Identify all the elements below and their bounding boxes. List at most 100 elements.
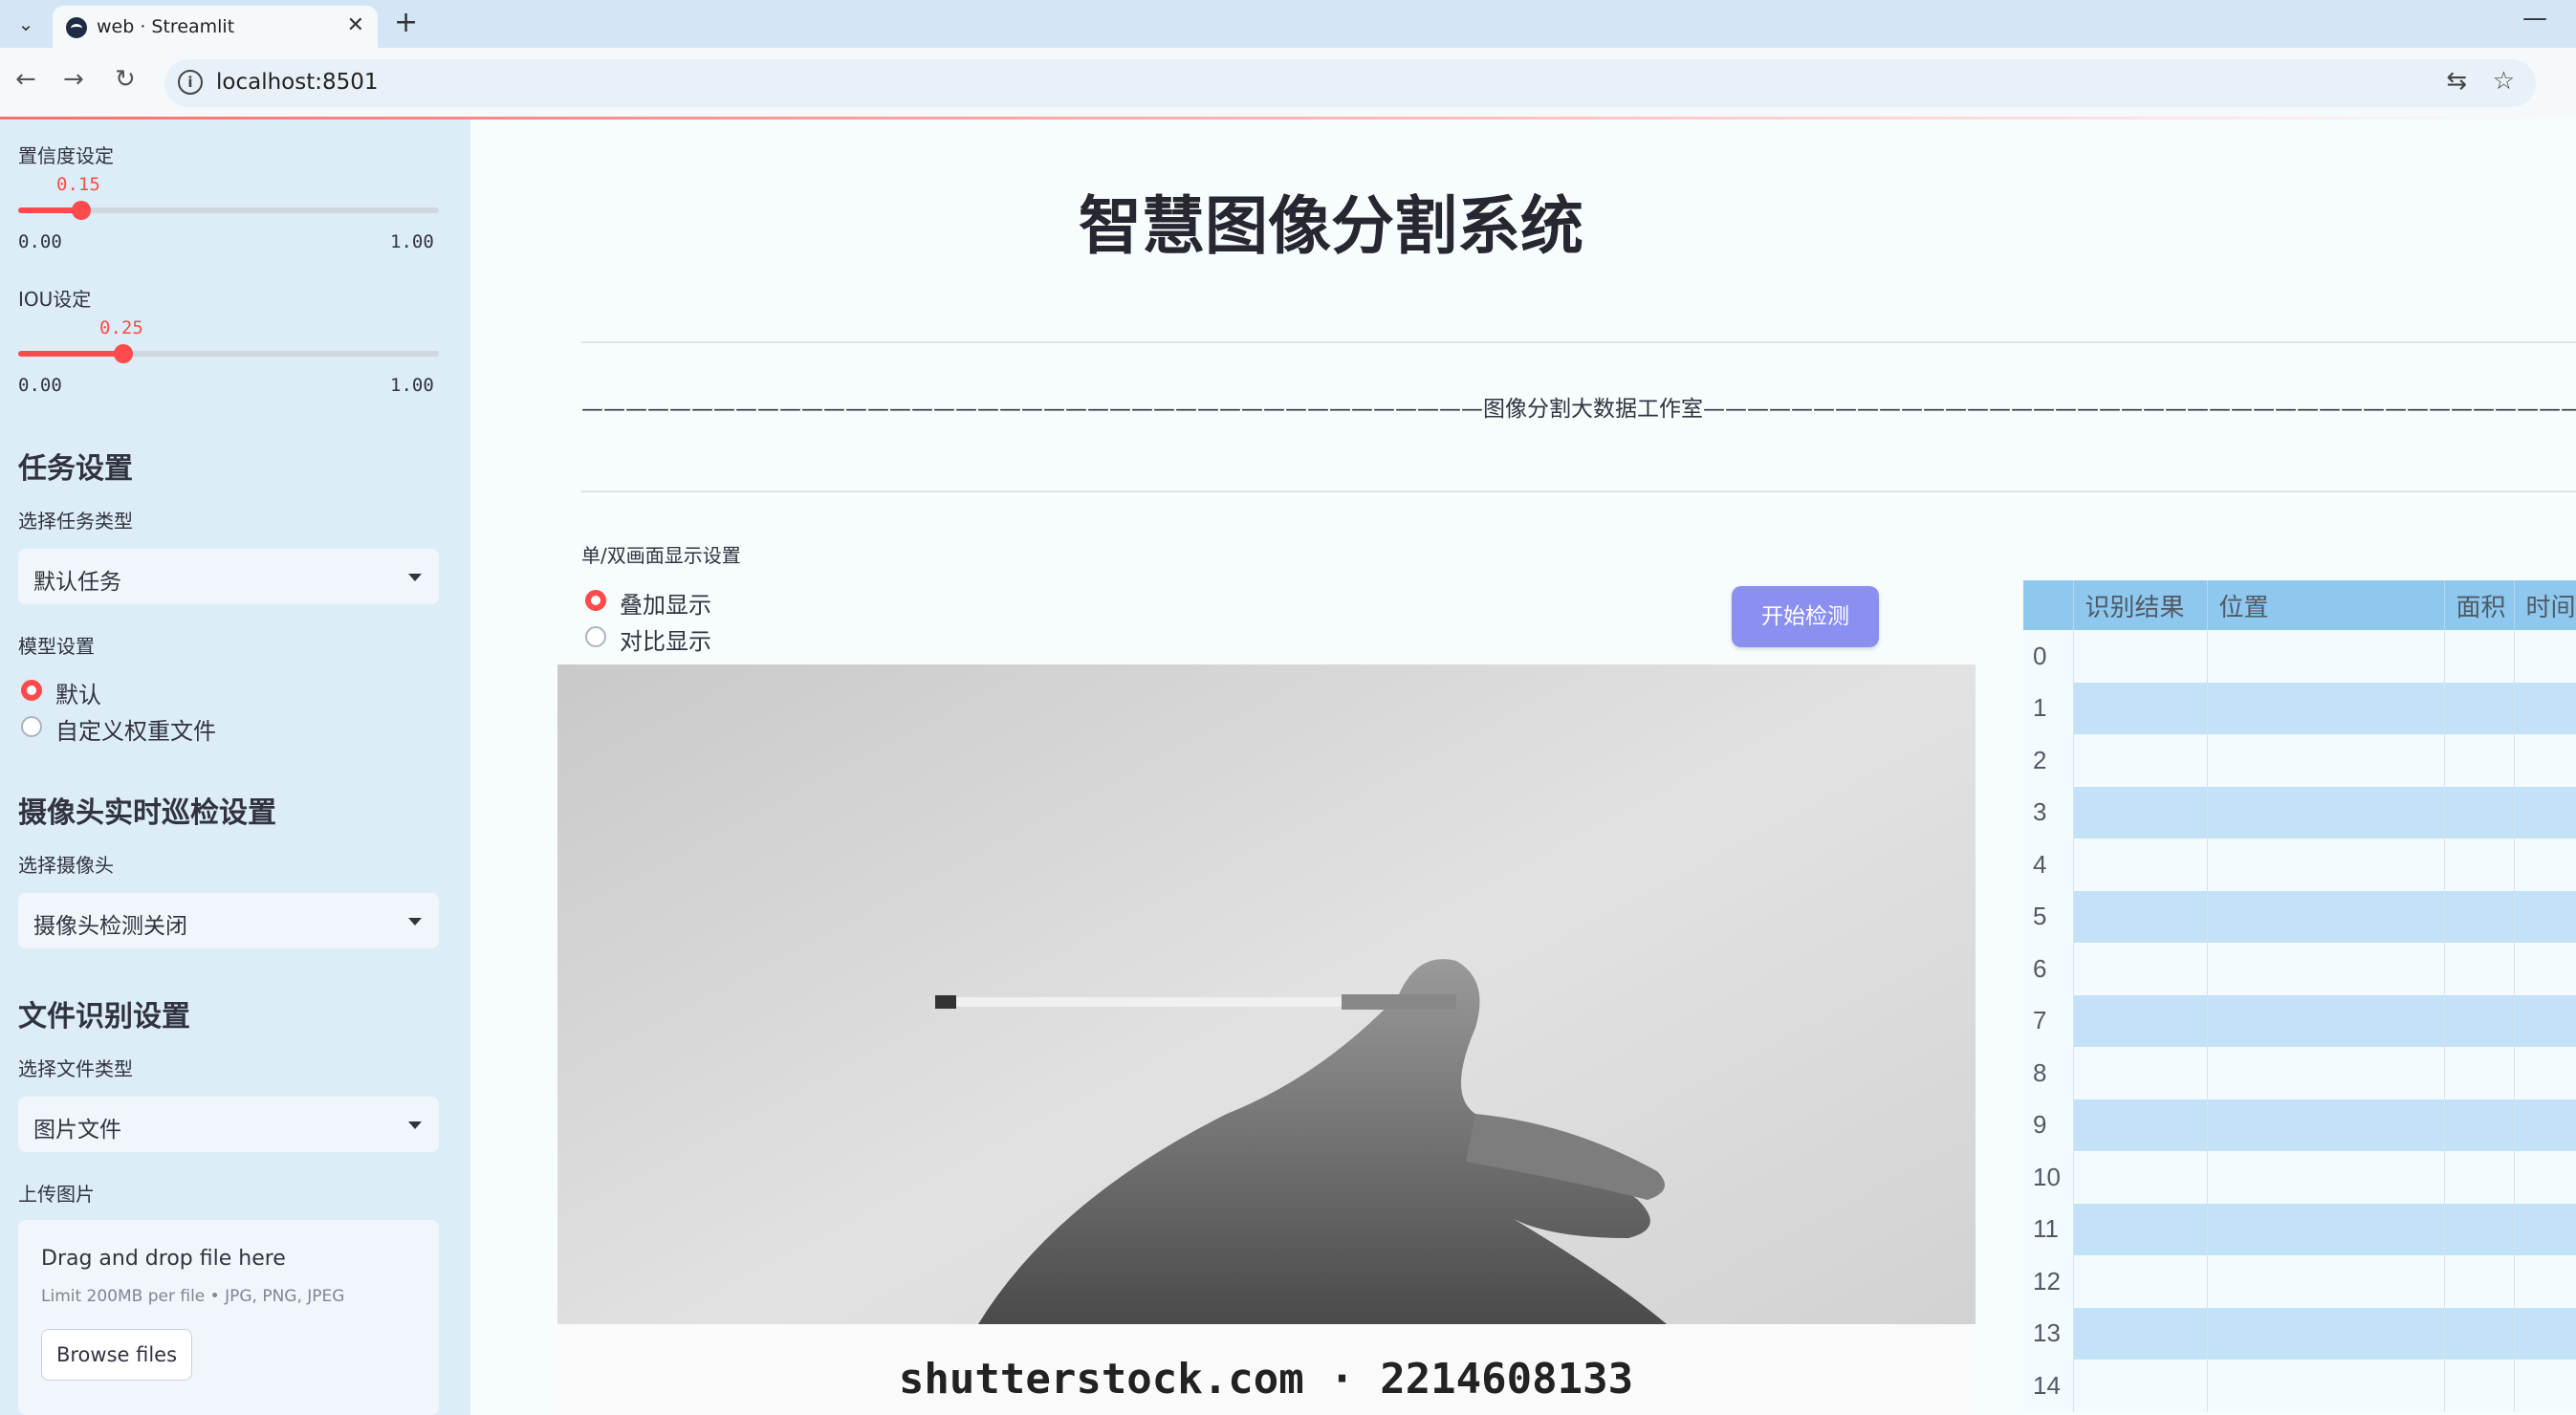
display-mode-label: 单/双画面显示设置 [581, 544, 741, 567]
file-type-label: 选择文件类型 [18, 1057, 133, 1080]
table-cell [2444, 838, 2515, 891]
task-section-heading: 任务设置 [18, 452, 133, 486]
row-index: 2 [2023, 734, 2074, 787]
tab-close-icon[interactable]: ✕ [347, 13, 364, 37]
table-row[interactable]: 12 [2023, 1255, 2576, 1308]
table-cell [2444, 1047, 2515, 1099]
table-row[interactable]: 4 [2023, 838, 2576, 891]
task-type-label: 选择任务类型 [18, 510, 133, 533]
file-type-select[interactable]: 图片文件 [18, 1097, 439, 1152]
new-tab-icon[interactable]: + [394, 6, 418, 39]
row-index: 13 [2023, 1307, 2074, 1360]
table-cell [2073, 838, 2208, 891]
table-cell [2514, 682, 2576, 734]
table-header-index[interactable] [2023, 580, 2074, 630]
start-detection-button[interactable]: 开始检测 [1732, 586, 1879, 647]
table-row[interactable]: 5 [2023, 890, 2576, 943]
table-cell [2073, 890, 2208, 943]
table-cell [2207, 943, 2445, 995]
table-cell [2073, 682, 2208, 734]
table-row[interactable]: 10 [2023, 1151, 2576, 1204]
confidence-slider[interactable] [18, 201, 439, 220]
row-index: 10 [2023, 1151, 2074, 1204]
table-row[interactable]: 3 [2023, 786, 2576, 838]
table-row[interactable]: 1 [2023, 682, 2576, 734]
results-table[interactable]: 识别结果 位置 面积 时间 0 1 2 3 4 5 6 7 8 9 10 11 12 13 14 [2023, 580, 2576, 1415]
table-cell [2514, 1255, 2576, 1308]
table-cell [2073, 734, 2208, 787]
upload-label: 上传图片 [18, 1183, 95, 1206]
divider [581, 490, 2576, 492]
table-row[interactable]: 0 [2023, 630, 2576, 683]
camera-select[interactable]: 摄像头检测关闭 [18, 893, 439, 948]
url-field[interactable]: i localhost:8501 ⇆ ☆ [164, 59, 2536, 107]
table-header-area[interactable]: 面积 [2444, 580, 2515, 630]
table-cell [2073, 630, 2208, 683]
confidence-label: 置信度设定 [18, 144, 114, 167]
iou-slider-thumb[interactable] [114, 344, 133, 363]
table-cell [2207, 1255, 2445, 1308]
main-content: 智慧图像分割系统 ———————————————————————————————… [470, 120, 2576, 1415]
table-cell [2514, 838, 2576, 891]
table-cell [2514, 1047, 2576, 1099]
row-index: 6 [2023, 943, 2074, 995]
site-info-icon[interactable]: i [178, 70, 203, 95]
table-cell [2073, 1203, 2208, 1255]
table-cell [2207, 630, 2445, 683]
table-cell [2444, 1099, 2515, 1151]
table-cell [2444, 1203, 2515, 1255]
back-arrow-icon[interactable]: ← [15, 65, 36, 94]
table-cell [2207, 1099, 2445, 1151]
table-row[interactable]: 9 [2023, 1099, 2576, 1151]
radio-selected-icon [585, 590, 606, 611]
browse-files-button[interactable]: Browse files [41, 1329, 192, 1381]
table-row[interactable]: 7 [2023, 994, 2576, 1047]
table-cell [2444, 734, 2515, 787]
table-cell [2514, 786, 2576, 838]
table-cell [2514, 1203, 2576, 1255]
table-cell [2514, 734, 2576, 787]
bookmark-star-icon[interactable]: ☆ [2493, 67, 2515, 96]
confidence-slider-thumb[interactable] [72, 201, 91, 220]
file-uploader-dropzone[interactable]: Drag and drop file here Limit 200MB per … [18, 1220, 439, 1415]
display-option-label: 对比显示 [620, 628, 711, 655]
forward-arrow-icon[interactable]: → [63, 65, 84, 94]
table-body: 0 1 2 3 4 5 6 7 8 9 10 11 12 13 14 [2023, 630, 2576, 1412]
table-cell [2444, 943, 2515, 995]
table-cell [2444, 994, 2515, 1047]
table-cell [2073, 786, 2208, 838]
table-row[interactable]: 8 [2023, 1047, 2576, 1099]
table-cell [2207, 994, 2445, 1047]
row-index: 11 [2023, 1203, 2074, 1255]
uploader-title: Drag and drop file here [41, 1247, 286, 1271]
table-header-row: 识别结果 位置 面积 时间 [2023, 580, 2576, 630]
task-type-value: 默认任务 [33, 570, 121, 595]
table-header-result[interactable]: 识别结果 [2073, 580, 2208, 630]
chevron-down-icon [408, 918, 422, 925]
url-text: localhost:8501 [216, 70, 379, 95]
divider [581, 341, 2576, 343]
row-index: 12 [2023, 1255, 2074, 1308]
table-header-position[interactable]: 位置 [2207, 580, 2445, 630]
table-row[interactable]: 2 [2023, 734, 2576, 787]
translate-icon[interactable]: ⇆ [2446, 67, 2467, 96]
reload-icon[interactable]: ↻ [115, 65, 136, 94]
browser-tab[interactable]: web · Streamlit ✕ [53, 6, 378, 48]
table-row[interactable]: 6 [2023, 943, 2576, 995]
table-cell [2444, 682, 2515, 734]
display-option-label: 叠加显示 [620, 592, 711, 619]
table-row[interactable]: 14 [2023, 1360, 2576, 1412]
window-minimize-icon[interactable]: — [2522, 4, 2547, 33]
chevron-down-icon [408, 1121, 422, 1129]
table-cell [2207, 1307, 2445, 1360]
iou-slider[interactable] [18, 344, 439, 363]
iou-max: 1.00 [390, 375, 434, 396]
page-title-text: 智慧图像分割系统 [1079, 189, 1583, 263]
table-header-time[interactable]: 时间 [2514, 580, 2576, 630]
table-cell [2444, 890, 2515, 943]
uploader-limit: Limit 200MB per file • JPG, PNG, JPEG [41, 1287, 345, 1306]
table-row[interactable]: 11 [2023, 1203, 2576, 1255]
table-row[interactable]: 13 [2023, 1307, 2576, 1360]
task-type-select[interactable]: 默认任务 [18, 549, 439, 604]
tab-list-chevron-icon[interactable]: ⌄ [11, 10, 40, 38]
